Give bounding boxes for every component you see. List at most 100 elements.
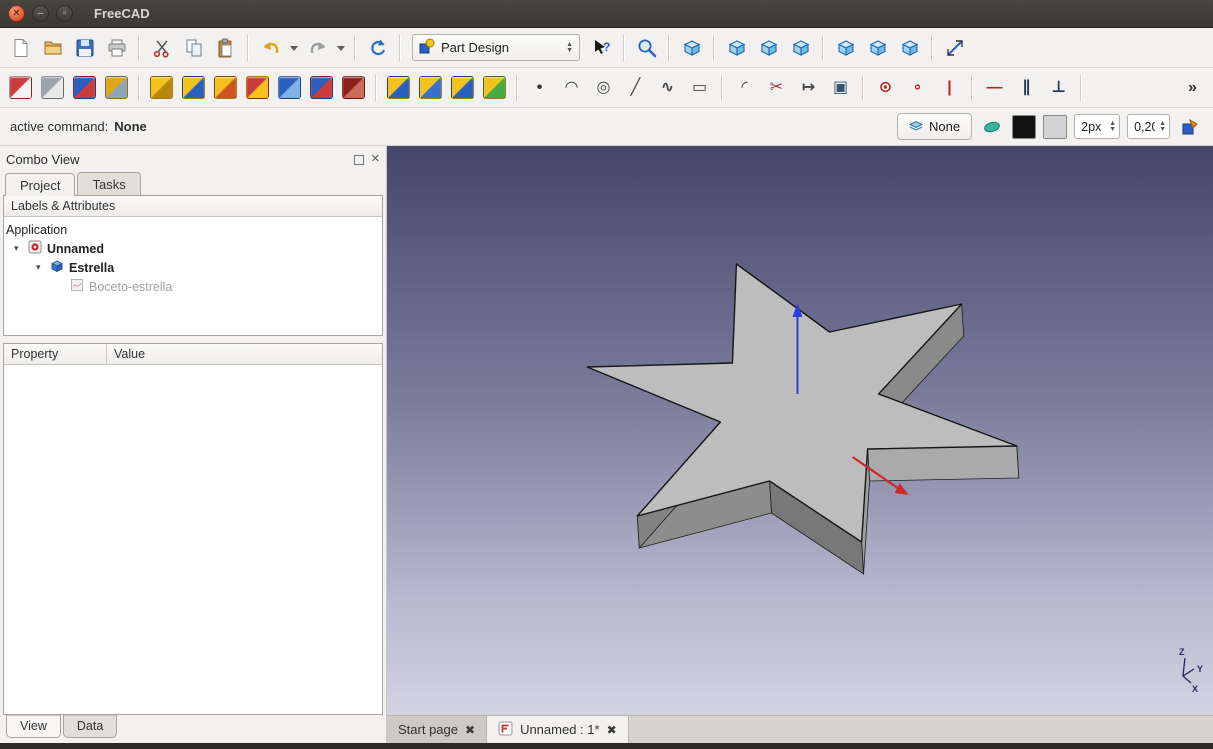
chamfer-icon[interactable] — [307, 73, 336, 102]
close-panel-icon[interactable]: ✕ — [371, 154, 380, 165]
refresh-icon[interactable] — [363, 33, 392, 62]
autogroup-icon[interactable] — [979, 114, 1005, 140]
external-geometry-icon[interactable]: ▣ — [826, 73, 855, 102]
print-icon[interactable] — [102, 33, 131, 62]
maximize-button[interactable]: ▫ — [56, 5, 73, 22]
measure-distance-icon[interactable] — [940, 33, 969, 62]
expander-icon[interactable]: ▾ — [14, 243, 23, 254]
model-tree[interactable]: Application ▾ Unnamed ▾ Estrella Boceto-… — [4, 217, 382, 335]
cut-icon[interactable] — [147, 33, 176, 62]
polyline-icon[interactable]: ∿ — [653, 73, 682, 102]
freecad-window: ✕ – ▫ FreeCAD Part Design ▲ ▼? • ◠ ◎ ╱ ∿ ▭ ◜ ✂ ↦ ▣ ⊙… — [0, 0, 1213, 749]
new-sketch-icon[interactable] — [6, 73, 35, 102]
line-width-value: 2px — [1081, 119, 1102, 134]
float-panel-icon[interactable] — [353, 154, 364, 165]
bottom-bar: View Data Start page ✖ Unnamed : 1* ✖ — [0, 715, 1213, 743]
sketch-icon — [70, 278, 84, 295]
star-top-face — [586, 263, 1018, 543]
left-view-icon[interactable] — [895, 33, 924, 62]
leave-sketch-icon[interactable] — [102, 73, 131, 102]
new-file-icon[interactable] — [6, 33, 35, 62]
3d-viewport[interactable]: Z Y X — [387, 146, 1213, 715]
fillet-icon[interactable] — [275, 73, 304, 102]
close-tab-icon[interactable]: ✖ — [607, 724, 617, 736]
property-editor: Property Value — [3, 343, 383, 715]
right-view-icon[interactable] — [786, 33, 815, 62]
minimize-button[interactable]: – — [32, 5, 49, 22]
top-view-icon[interactable] — [754, 33, 783, 62]
layer-button[interactable]: None — [897, 113, 973, 140]
model-tree-box: Labels & Attributes Application ▾ Unname… — [3, 195, 383, 336]
face-color-swatch[interactable] — [1043, 114, 1068, 139]
parallel-constraint-icon[interactable]: ∥ — [1012, 73, 1041, 102]
vertical-constraint-icon[interactable]: | — [935, 73, 964, 102]
perpendicular-constraint-icon[interactable]: ⊥ — [1044, 73, 1073, 102]
line-width-spinner[interactable]: 2px ▲ ▼ — [1074, 114, 1121, 139]
line-color-swatch[interactable] — [1012, 114, 1037, 139]
pad-icon[interactable] — [147, 73, 176, 102]
edit-sketch-icon[interactable] — [38, 73, 67, 102]
point-icon[interactable]: • — [525, 73, 554, 102]
paste-icon[interactable] — [211, 33, 240, 62]
tab-view[interactable]: View — [6, 715, 61, 738]
draft-icon[interactable] — [339, 73, 368, 102]
rectangle-icon[interactable]: ▭ — [685, 73, 714, 102]
tab-unnamed-document[interactable]: Unnamed : 1* ✖ — [487, 716, 629, 743]
body-label: Estrella — [69, 260, 115, 275]
expander-icon[interactable]: ▾ — [36, 262, 45, 273]
line-icon[interactable]: ╱ — [621, 73, 650, 102]
tab-data[interactable]: Data — [62, 715, 118, 738]
arc-icon[interactable]: ◠ — [557, 73, 586, 102]
pocket-icon[interactable] — [211, 73, 240, 102]
workbench-selector[interactable]: Part Design ▲ ▼ — [412, 34, 580, 61]
coincident-constraint-icon[interactable]: ⊙ — [871, 73, 900, 102]
freecad-file-icon — [498, 721, 513, 739]
sketch-fillet-icon[interactable]: ◜ — [730, 73, 759, 102]
groove-icon[interactable] — [243, 73, 272, 102]
revolution-icon[interactable] — [179, 73, 208, 102]
axonometric-view-icon[interactable] — [677, 33, 706, 62]
circle-icon[interactable]: ◎ — [589, 73, 618, 102]
undo-icon[interactable] — [256, 33, 285, 62]
whats-this-icon[interactable]: ? — [587, 33, 616, 62]
polar-pattern-icon[interactable] — [448, 73, 477, 102]
redo-icon[interactable] — [303, 33, 332, 62]
tree-item-document[interactable]: ▾ Unnamed — [6, 239, 380, 258]
front-view-icon[interactable] — [722, 33, 751, 62]
bottom-view-icon[interactable] — [863, 33, 892, 62]
toolbar-separator — [375, 74, 377, 101]
tab-project[interactable]: Project — [5, 173, 76, 196]
point-on-object-icon[interactable]: ∘ — [903, 73, 932, 102]
undo-dropdown-icon[interactable] — [288, 33, 300, 62]
tree-item-application[interactable]: Application — [6, 220, 380, 239]
tab-start-page[interactable]: Start page ✖ — [387, 716, 488, 743]
tree-item-sketch[interactable]: Boceto-estrella — [6, 277, 380, 296]
star-model[interactable]: Z Y X — [387, 146, 1213, 715]
text-scale-spinner[interactable]: 0,20 ▲ ▼ — [1127, 114, 1170, 139]
multitransform-icon[interactable] — [480, 73, 509, 102]
spinner-arrows-icon[interactable]: ▲ ▼ — [1109, 120, 1116, 133]
map-sketch-icon[interactable] — [70, 73, 99, 102]
mirrored-icon[interactable] — [384, 73, 413, 102]
extend-icon[interactable]: ↦ — [794, 73, 823, 102]
open-file-icon[interactable] — [38, 33, 67, 62]
close-tab-icon[interactable]: ✖ — [465, 724, 475, 736]
property-list[interactable] — [4, 365, 382, 714]
property-column-header: Property — [4, 344, 107, 364]
fit-all-icon[interactable] — [632, 33, 661, 62]
toolbar-overflow-icon[interactable]: » — [1178, 73, 1207, 102]
close-button[interactable]: ✕ — [8, 5, 25, 22]
linear-pattern-icon[interactable] — [416, 73, 445, 102]
spinner-arrows-icon[interactable]: ▲ ▼ — [1159, 120, 1166, 133]
redo-dropdown-icon[interactable] — [335, 33, 347, 62]
toolbar-separator — [138, 34, 140, 61]
workbench-icon — [419, 38, 435, 57]
draft-tray-icon[interactable] — [1177, 114, 1203, 140]
save-icon[interactable] — [70, 33, 99, 62]
tree-item-body[interactable]: ▾ Estrella — [6, 258, 380, 277]
trim-icon[interactable]: ✂ — [762, 73, 791, 102]
horizontal-constraint-icon[interactable]: — — [980, 73, 1009, 102]
tab-tasks[interactable]: Tasks — [77, 172, 141, 195]
rear-view-icon[interactable] — [831, 33, 860, 62]
copy-icon[interactable] — [179, 33, 208, 62]
